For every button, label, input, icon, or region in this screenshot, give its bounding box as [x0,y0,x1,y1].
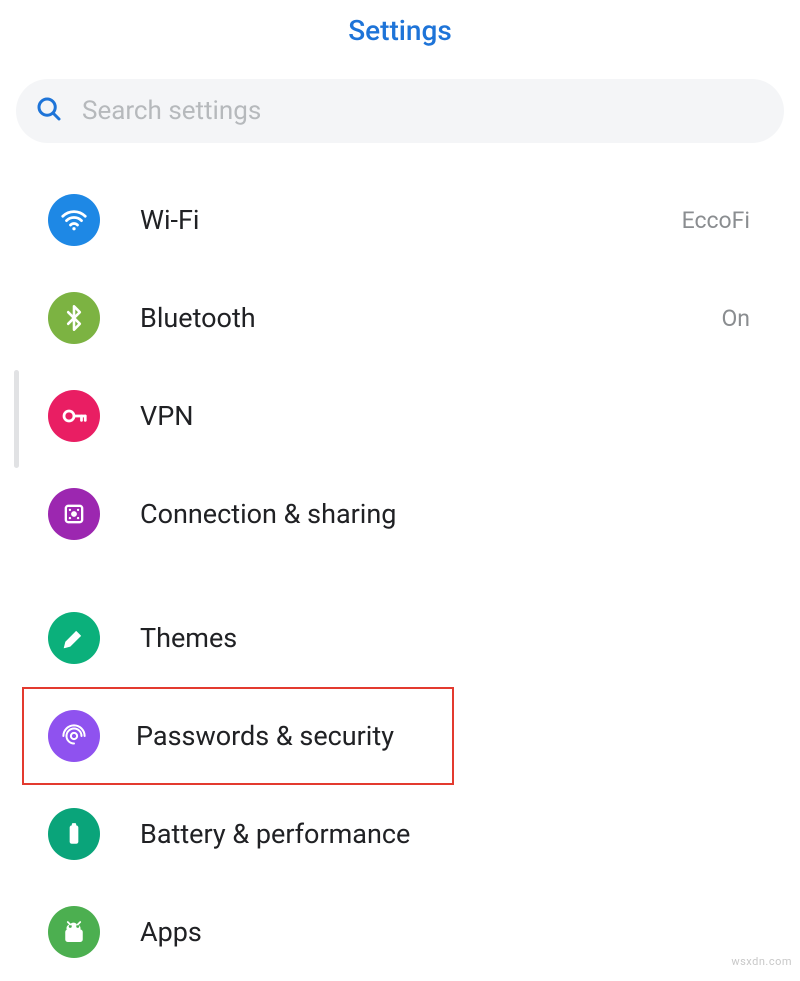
battery-icon [48,808,100,860]
settings-item-vpn[interactable]: VPN [0,367,800,465]
connection-sharing-icon [48,488,100,540]
settings-item-label: Passwords & security [136,720,434,752]
bluetooth-icon [48,292,100,344]
search-input[interactable]: Search settings [16,79,784,143]
wifi-icon [48,194,100,246]
settings-item-label: Bluetooth [140,302,721,334]
settings-item-bluetooth[interactable]: Bluetooth On [0,269,800,367]
apps-icon [48,906,100,958]
search-icon [34,94,64,128]
settings-item-label: Connection & sharing [140,498,750,530]
settings-list: Wi-Fi EccoFi Bluetooth On VPN [0,165,800,981]
settings-item-passwords-security[interactable]: Passwords & security [22,687,454,785]
vpn-icon [48,390,100,442]
settings-item-status: On [721,305,750,332]
settings-item-apps[interactable]: Apps [0,883,800,981]
themes-icon [48,612,100,664]
settings-item-label: Wi-Fi [140,204,682,236]
settings-item-label: Apps [140,916,750,948]
fingerprint-icon [48,710,100,762]
settings-item-themes[interactable]: Themes [0,589,800,687]
settings-item-status: EccoFi [682,207,750,234]
settings-item-battery-performance[interactable]: Battery & performance [0,785,800,883]
page-title: Settings [0,0,800,67]
settings-item-label: Themes [140,622,750,654]
watermark: wsxdn.com [731,955,792,968]
settings-item-connection-sharing[interactable]: Connection & sharing [0,465,800,563]
scroll-indicator [14,370,19,468]
search-placeholder: Search settings [82,96,261,126]
settings-item-wifi[interactable]: Wi-Fi EccoFi [0,171,800,269]
settings-item-label: VPN [140,400,750,432]
settings-item-label: Battery & performance [140,818,750,850]
